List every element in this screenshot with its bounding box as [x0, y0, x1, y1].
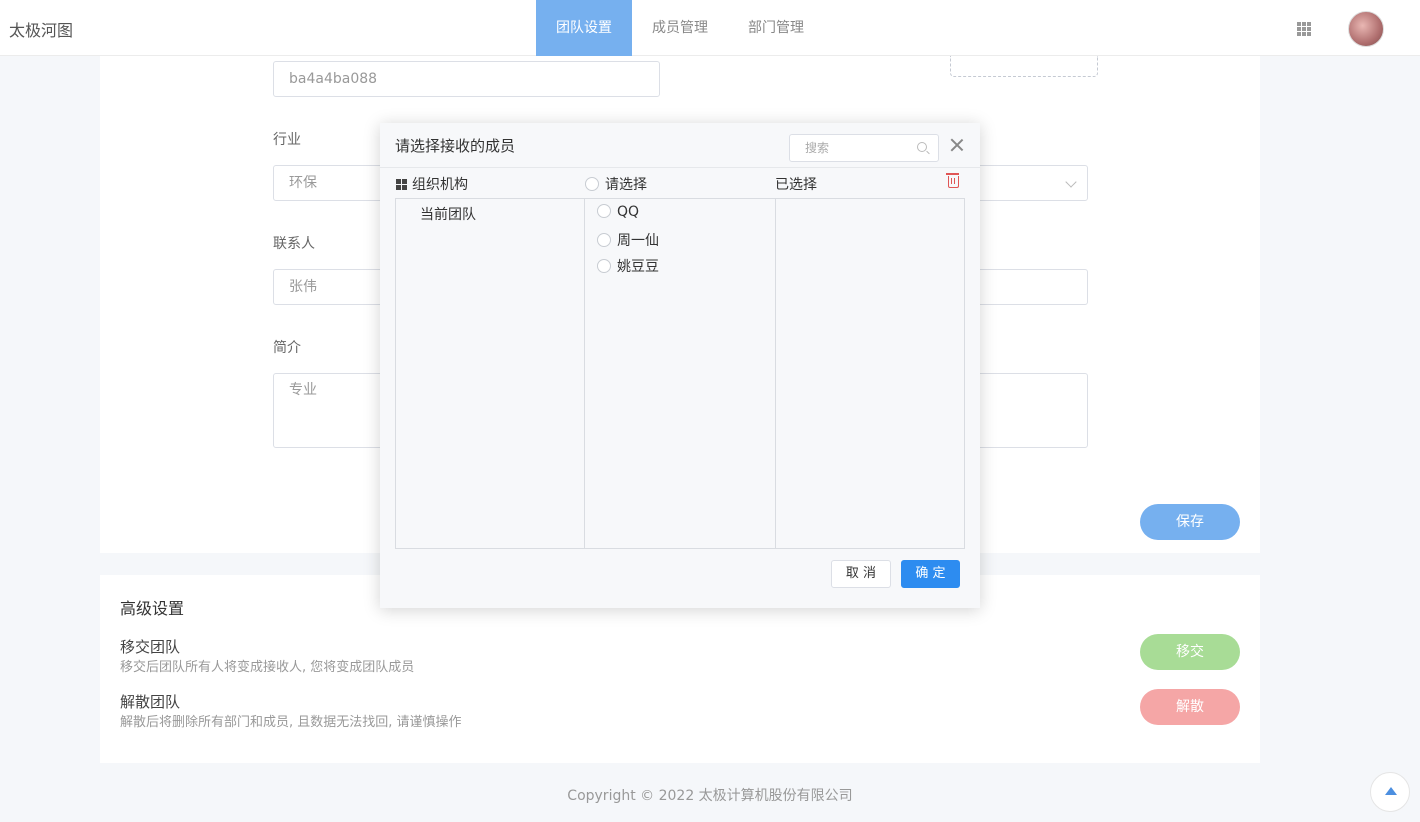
top-header: 太极河图 团队设置 成员管理 部门管理 [0, 0, 1420, 56]
user-avatar[interactable] [1348, 11, 1384, 47]
dissolve-team-desc: 解散后将删除所有部门和成员, 且数据无法找回, 请谨慎操作 [120, 715, 462, 730]
org-tree-panel: 当前团队 [395, 198, 585, 549]
list-item[interactable]: 姚豆豆 [597, 256, 659, 276]
top-nav: 团队设置 成员管理 部门管理 [536, 0, 824, 56]
cancel-button[interactable]: 取 消 [831, 560, 891, 588]
nav-tab-department-management[interactable]: 部门管理 [728, 0, 824, 56]
member-radio[interactable] [597, 204, 611, 218]
search-icon [917, 142, 927, 152]
confirm-button[interactable]: 确 定 [901, 560, 960, 588]
member-name: 姚豆豆 [617, 259, 659, 275]
search-placeholder: 搜索 [805, 141, 830, 155]
apps-grid-icon[interactable] [1297, 22, 1311, 36]
select-column-label: 请选择 [605, 177, 647, 193]
member-name: QQ [617, 204, 640, 220]
nav-tab-team-settings[interactable]: 团队设置 [536, 0, 632, 56]
save-button[interactable]: 保存 [1140, 504, 1240, 540]
back-to-top-button[interactable] [1370, 772, 1410, 812]
industry-select-value: 环保 [289, 175, 317, 191]
industry-label: 行业 [273, 132, 301, 148]
member-radio[interactable] [597, 259, 611, 273]
logo-upload-box[interactable] [950, 56, 1098, 77]
member-name: 周一仙 [617, 233, 659, 249]
member-search-input[interactable]: 搜索 [789, 134, 939, 162]
member-radio[interactable] [597, 233, 611, 247]
select-all-radio[interactable] [585, 177, 599, 191]
transfer-button[interactable]: 移交 [1140, 634, 1240, 670]
org-column-label: 组织机构 [412, 177, 468, 193]
transfer-team-desc: 移交后团队所有人将变成接收人, 您将变成团队成员 [120, 660, 415, 675]
selected-column-label: 已选择 [775, 177, 817, 193]
footer-copyright: Copyright © 2022 太极计算机股份有限公司 [567, 788, 853, 804]
nav-tab-member-management[interactable]: 成员管理 [632, 0, 728, 56]
list-item[interactable]: QQ [597, 204, 639, 220]
member-list-panel: QQ 周一仙 姚豆豆 [584, 198, 776, 549]
close-icon[interactable] [950, 138, 964, 152]
org-column-header: 组织机构 [396, 174, 468, 194]
dissolve-team-title: 解散团队 [120, 693, 181, 711]
dissolve-button[interactable]: 解散 [1140, 689, 1240, 725]
trash-icon[interactable] [946, 173, 959, 188]
team-id-field[interactable]: ba4a4ba088 [273, 61, 660, 97]
transfer-team-title: 移交团队 [120, 638, 181, 656]
brand-logo-text[interactable]: 太极河图 [9, 17, 73, 41]
select-column-header: 请选择 [585, 174, 647, 194]
select-member-modal: 请选择接收的成员 搜索 组织机构 请选择 已选择 当前团队 QQ 周一仙 姚豆豆… [380, 123, 980, 608]
selected-members-panel [775, 198, 965, 549]
contact-label: 联系人 [273, 236, 315, 252]
intro-label: 简介 [273, 340, 301, 356]
tree-node-current-team[interactable]: 当前团队 [420, 204, 476, 224]
list-item[interactable]: 周一仙 [597, 230, 659, 250]
chevron-down-icon [1065, 176, 1077, 188]
modal-title: 请选择接收的成员 [395, 137, 516, 155]
modal-divider [380, 167, 980, 168]
advanced-settings-title: 高级设置 [120, 599, 185, 618]
org-tree-icon [396, 178, 407, 190]
